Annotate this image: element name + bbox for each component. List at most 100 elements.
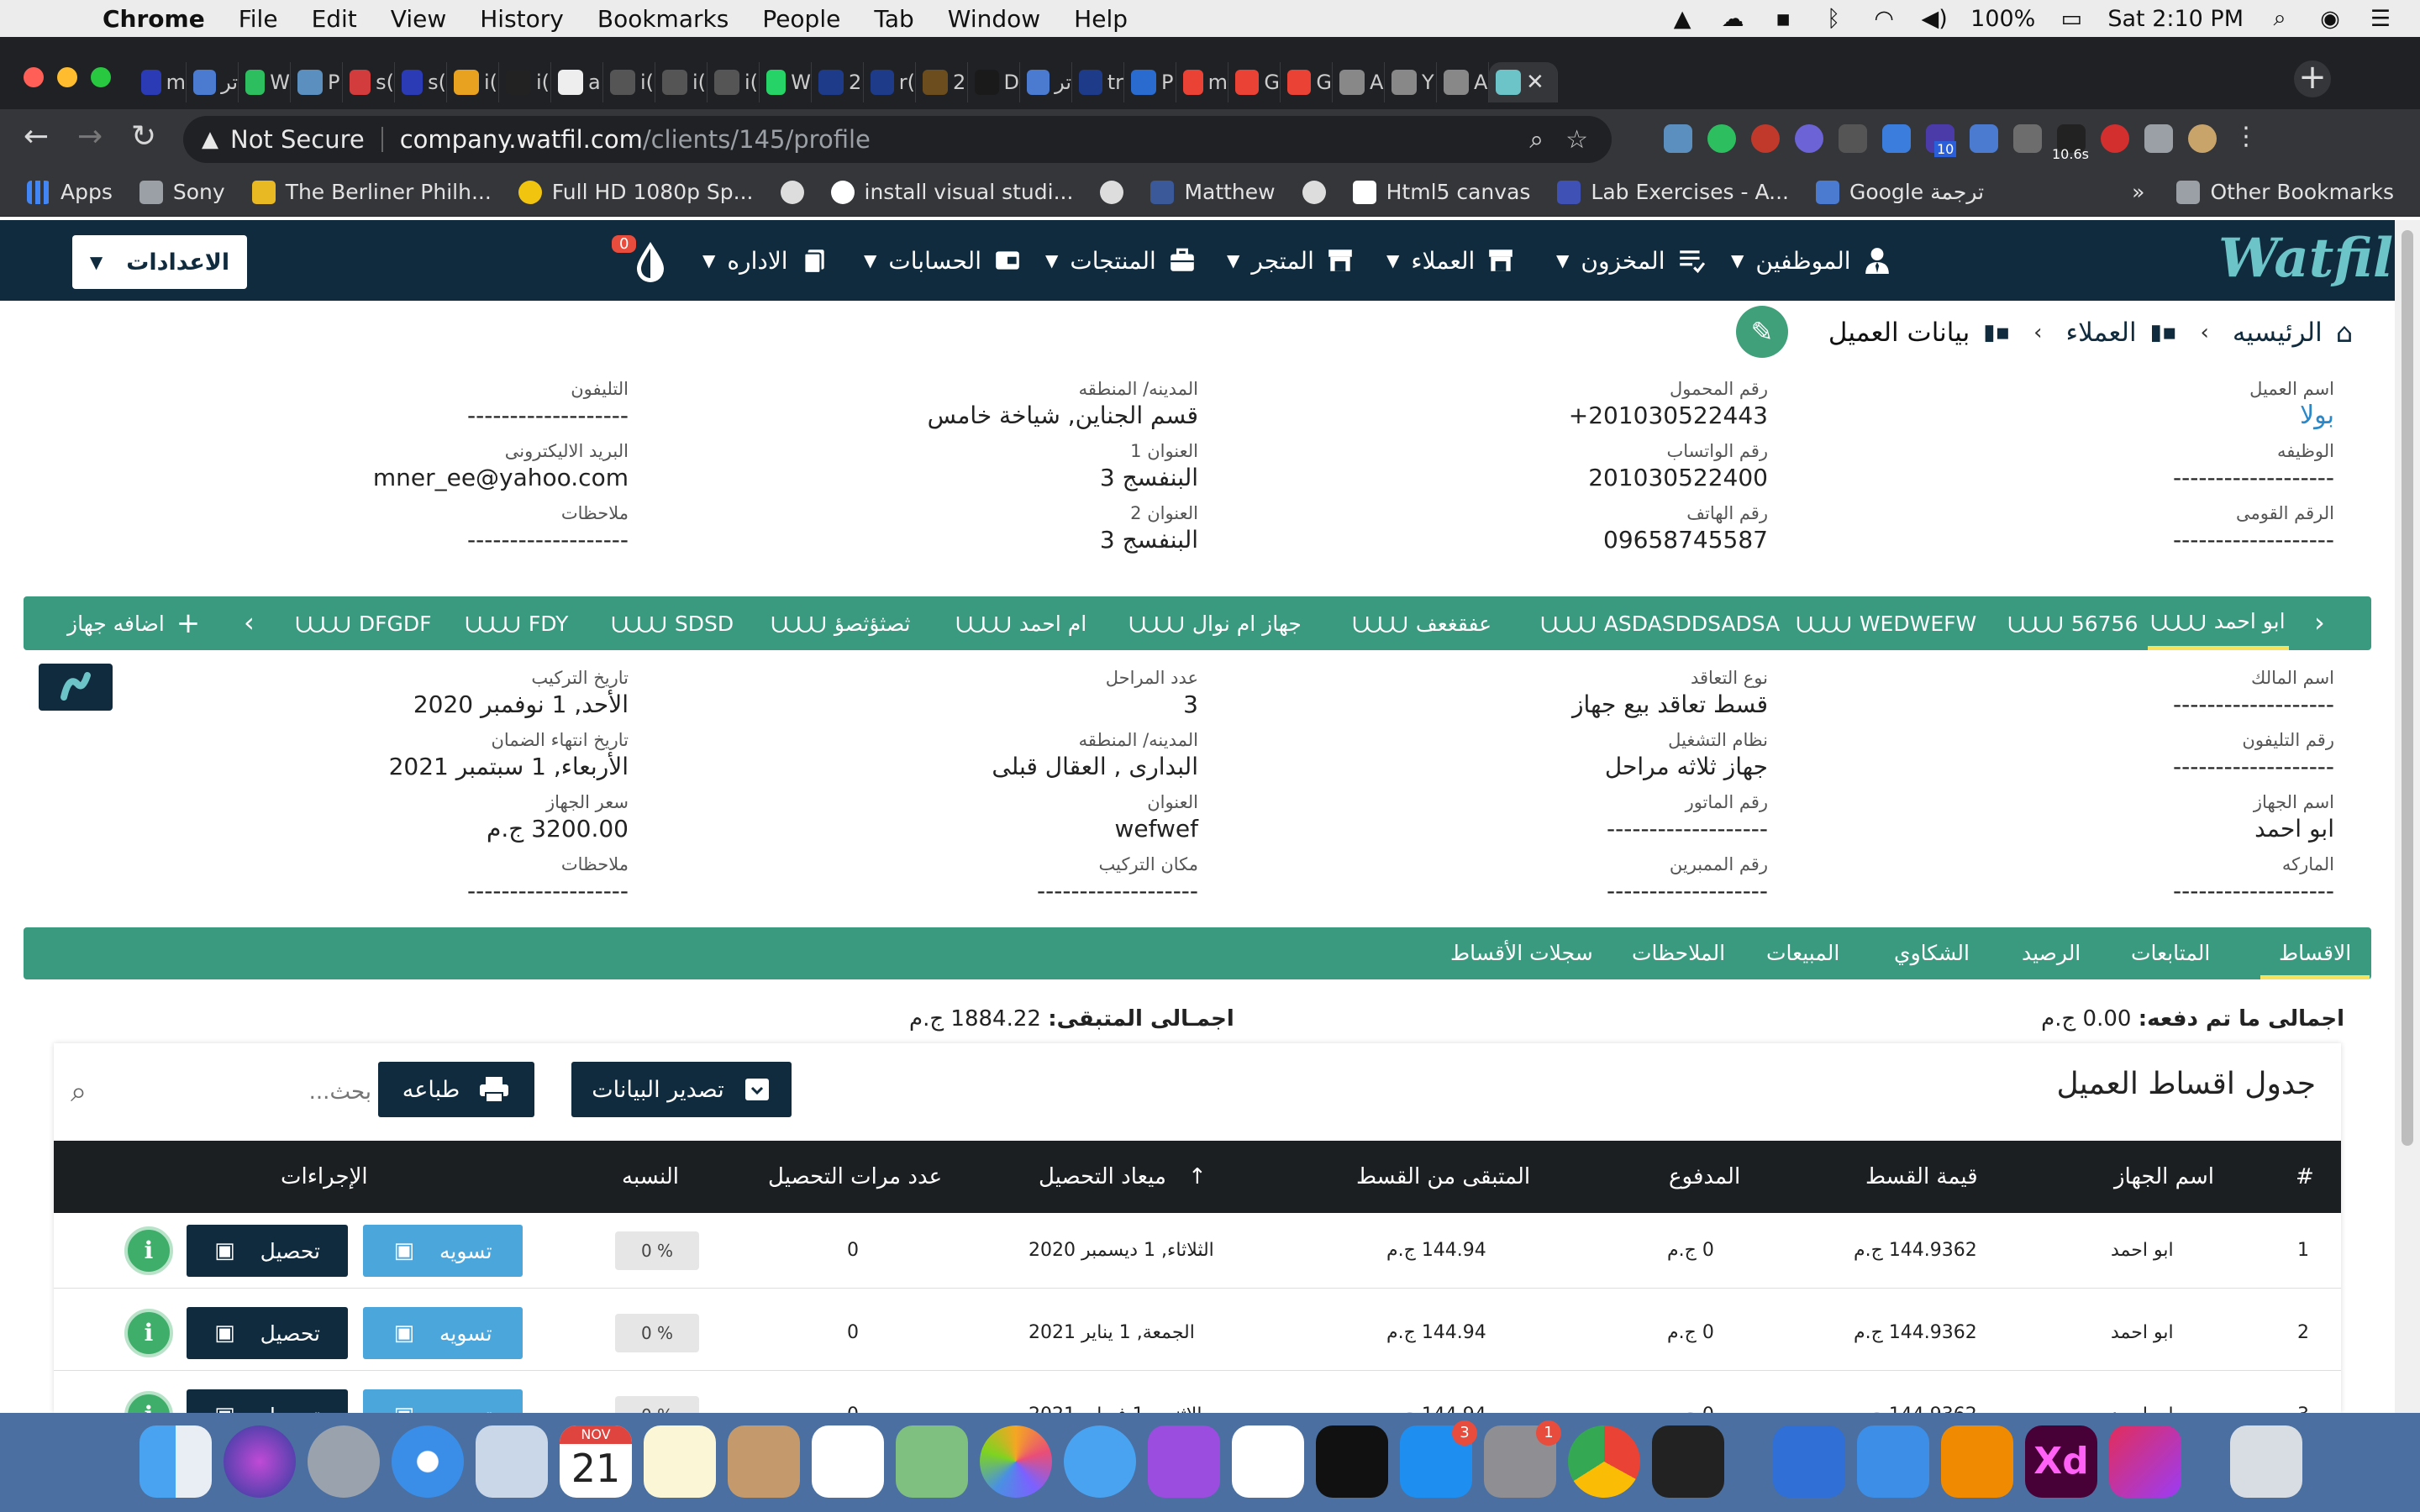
photos-icon[interactable] — [980, 1425, 1052, 1498]
browser-tab[interactable]: i( — [655, 62, 708, 102]
browser-tab[interactable]: A — [1437, 62, 1489, 102]
extension-pen-icon[interactable] — [1839, 124, 1867, 153]
device-tab[interactable]: ⩊⩊ ASDASDDSADSA — [1541, 596, 1780, 650]
device-tab[interactable]: ⩊⩊ ثصثؤثصؤ — [771, 596, 910, 650]
nav-administration[interactable]: ▼ الاداره — [702, 242, 829, 279]
bookmark-star-icon[interactable]: ☆ — [1565, 125, 1588, 155]
reminders-icon[interactable] — [812, 1425, 884, 1498]
extension-badge-icon[interactable]: 10 — [1926, 124, 1957, 157]
browser-tab[interactable]: i( — [708, 62, 760, 102]
client-name-link[interactable]: بولا — [1965, 400, 2334, 432]
app-store-icon[interactable]: 3 — [1400, 1420, 1477, 1498]
browser-tab[interactable]: m — [1176, 62, 1228, 102]
creative-cloud-icon[interactable] — [2109, 1425, 2181, 1498]
tab-installments[interactable]: الاقساط — [2260, 927, 2370, 979]
collect-button[interactable]: ▣ تحصيل — [187, 1307, 348, 1359]
close-tab-icon[interactable]: ✕ — [1526, 70, 1544, 95]
tab-followups[interactable]: المتابعات — [2131, 927, 2210, 979]
extension-keyboard-icon[interactable] — [2013, 124, 2042, 153]
extension-timer-icon[interactable]: 10.6s — [2052, 124, 2089, 162]
device-tab[interactable]: ⩊⩊ عفقغعف — [1353, 596, 1491, 650]
zoom-lens-icon[interactable]: ⌕ — [1529, 125, 1544, 155]
search-icon[interactable]: ⌕ — [71, 1075, 87, 1109]
volume-icon[interactable]: ◀) — [1920, 6, 1949, 32]
bookmarks-overflow-button[interactable]: » — [2132, 180, 2144, 204]
bookmark-globe[interactable] — [780, 180, 804, 204]
browser-tab[interactable]: i( — [499, 62, 551, 102]
device-tab[interactable]: ⩊⩊ 56756 — [2008, 596, 2138, 650]
address-bar[interactable]: ▲ Not Secure company.watfil.com /clients… — [183, 116, 1612, 163]
xcode-icon[interactable] — [1857, 1425, 1929, 1498]
extension-block-icon[interactable] — [1751, 124, 1780, 153]
downloads-folder-icon[interactable] — [1773, 1425, 1845, 1498]
profile-avatar[interactable] — [2188, 124, 2217, 153]
zoom-window-button[interactable] — [91, 67, 111, 87]
browser-tab[interactable]: تر — [1020, 62, 1072, 102]
menu-file[interactable]: File — [239, 5, 278, 33]
nav-employees[interactable]: ▼ الموظفين — [1731, 242, 1891, 279]
breadcrumb-clients[interactable]: العملاء — [2066, 318, 2137, 348]
col-collection-date[interactable]: ميعاد التحصيل ↑ — [1039, 1141, 1207, 1213]
menu-history[interactable]: History — [480, 5, 564, 33]
battery-icon[interactable]: ▭ — [2057, 6, 2086, 32]
home-icon[interactable]: ⌂ — [2336, 317, 2353, 349]
adobe-xd-icon[interactable]: Xd — [2025, 1425, 2097, 1498]
print-button[interactable]: طباعه — [378, 1062, 534, 1117]
add-device-button[interactable]: اضافه جهاز + — [67, 596, 200, 650]
chrome-icon[interactable] — [1568, 1425, 1640, 1498]
messages-icon[interactable] — [1064, 1425, 1136, 1498]
chevron-right-icon[interactable]: › — [2314, 606, 2325, 638]
minimize-window-button[interactable] — [57, 67, 77, 87]
extension-check-icon[interactable] — [1795, 124, 1823, 153]
spotlight-search-icon[interactable]: ⌕ — [2265, 5, 2294, 31]
terminal-icon[interactable] — [1652, 1425, 1724, 1498]
menu-window[interactable]: Window — [948, 5, 1040, 33]
trash-icon[interactable] — [2230, 1425, 2302, 1498]
bookmark-html5-canvas[interactable]: Html5 canvas — [1352, 180, 1530, 204]
notes-icon[interactable] — [644, 1425, 716, 1498]
menu-bookmarks[interactable]: Bookmarks — [597, 5, 729, 33]
browser-tab[interactable]: W — [760, 62, 812, 102]
bookmark-berliner[interactable]: The Berliner Philh... — [251, 180, 492, 204]
browser-tab[interactable]: a — [551, 62, 603, 102]
browser-tab[interactable]: s( — [395, 62, 447, 102]
bookmark-lab-exercises[interactable]: Lab Exercises - A... — [1557, 180, 1789, 204]
device-tab[interactable]: ⩊⩊ جهاز ام نوال — [1129, 596, 1302, 650]
siri-icon[interactable] — [224, 1425, 296, 1498]
notification-center-icon[interactable]: ☰ — [2366, 6, 2395, 32]
browser-tab[interactable]: G — [1228, 62, 1281, 102]
bookmark-apps[interactable]: Apps — [27, 180, 113, 204]
menu-app-name[interactable]: Chrome — [103, 5, 205, 33]
extension-record-icon[interactable] — [2101, 124, 2129, 153]
menu-view[interactable]: View — [391, 5, 446, 33]
device-tab[interactable]: ⩊⩊ ام احمد — [956, 596, 1086, 650]
security-label[interactable]: Not Secure — [230, 125, 365, 154]
chevron-left-icon[interactable]: ‹ — [244, 606, 255, 638]
water-drop-icon[interactable] — [632, 240, 669, 284]
info-icon[interactable]: i — [124, 1226, 173, 1275]
browser-tab[interactable]: تر — [187, 62, 239, 102]
menu-tab[interactable]: Tab — [874, 5, 913, 33]
page-scrollbar[interactable] — [2395, 220, 2420, 1413]
export-data-button[interactable]: تصدير البيانات — [571, 1062, 792, 1117]
chrome-menu-icon[interactable]: ⋮ — [2232, 124, 2260, 153]
device-tab[interactable]: ⩊⩊ DFGDF — [296, 596, 431, 650]
menu-edit[interactable]: Edit — [312, 5, 357, 33]
edit-client-button[interactable]: ✎ — [1736, 306, 1788, 358]
tab-notes[interactable]: الملاحظات — [1632, 927, 1725, 979]
device-tab[interactable]: ⩊⩊ ابو احمد — [2148, 596, 2289, 650]
podcasts-icon[interactable] — [1148, 1425, 1220, 1498]
browser-tab[interactable]: D — [968, 62, 1020, 102]
browser-tab[interactable]: Y — [1385, 62, 1437, 102]
nav-products[interactable]: ▼ المنتجات — [1045, 242, 1197, 279]
system-preferences-icon[interactable]: 1 — [1484, 1420, 1561, 1498]
menu-help[interactable]: Help — [1074, 5, 1128, 33]
browser-tab[interactable]: A — [1333, 62, 1385, 102]
tab-complaints[interactable]: الشكاوي — [1894, 927, 1970, 979]
clock[interactable]: Sat 2:10 PM — [2107, 6, 2244, 32]
bookmark-globe-2[interactable] — [1100, 180, 1124, 204]
browser-tab[interactable]: P — [1124, 62, 1176, 102]
menu-people[interactable]: People — [762, 5, 840, 33]
browser-tab[interactable]: 2 — [916, 62, 968, 102]
search-input[interactable] — [171, 1079, 373, 1105]
